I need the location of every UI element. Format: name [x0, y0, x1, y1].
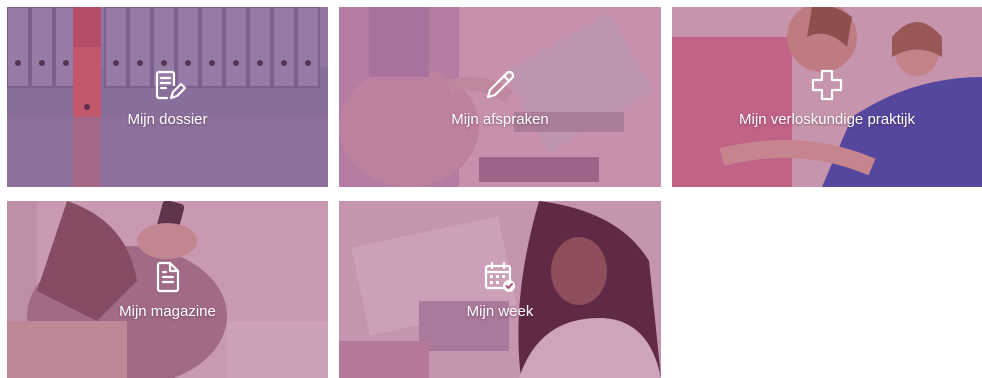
tile-mijn-week[interactable]: Mijn week — [339, 201, 661, 378]
tile-label: Mijn week — [466, 303, 534, 320]
tile-mijn-magazine[interactable]: Mijn magazine — [7, 201, 328, 378]
tile-label: Mijn afspraken — [451, 110, 549, 128]
tile-mijn-dossier[interactable]: Mijn dossier — [7, 7, 328, 187]
tile-label: Mijn magazine — [119, 303, 216, 320]
document-icon — [150, 259, 186, 295]
tile-mijn-afspraken[interactable]: Mijn afspraken — [339, 7, 661, 187]
dashboard-tiles: Mijn dossier Mijn afspraken Mijn verlosk… — [0, 0, 982, 378]
medical-cross-icon — [809, 67, 845, 103]
calendar-check-icon — [482, 259, 518, 295]
tile-mijn-verloskundige-praktijk[interactable]: Mijn verloskundige praktijk — [672, 7, 982, 187]
tile-label: Mijn verloskundige praktijk — [739, 110, 915, 128]
document-edit-icon — [150, 67, 186, 103]
tile-label: Mijn dossier — [127, 110, 208, 128]
pencil-icon — [482, 67, 518, 103]
